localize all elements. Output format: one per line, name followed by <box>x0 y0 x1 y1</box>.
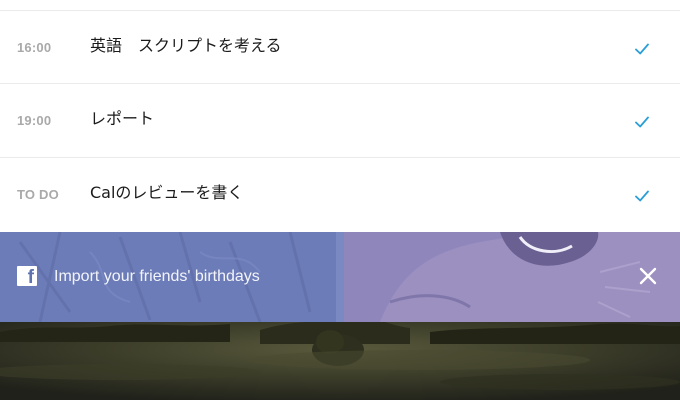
close-icon[interactable] <box>638 266 658 286</box>
task-row[interactable]: 16:00 英語 スクリプトを考える <box>0 10 680 84</box>
task-title: Calのレビューを書く <box>90 183 244 202</box>
task-list: 16:00 英語 スクリプトを考える 19:00 レポート TO DO Calの… <box>0 0 680 232</box>
checkmark-icon[interactable] <box>632 39 652 59</box>
task-title: 英語 スクリプトを考える <box>90 36 282 55</box>
checkmark-icon[interactable] <box>632 186 652 206</box>
task-time: TO DO <box>17 187 59 202</box>
task-row[interactable]: 19:00 レポート <box>0 84 680 158</box>
task-time: 19:00 <box>17 113 52 128</box>
checkmark-icon[interactable] <box>632 112 652 132</box>
task-row[interactable]: TO DO Calのレビューを書く <box>0 158 680 232</box>
facebook-icon: f <box>17 266 37 288</box>
import-birthdays-label[interactable]: Import your friends' birthdays <box>54 266 260 288</box>
app-screen: f Import your friends' birthdays 16:00 英… <box>0 0 680 400</box>
task-time: 16:00 <box>17 40 52 55</box>
task-title: レポート <box>90 109 155 128</box>
